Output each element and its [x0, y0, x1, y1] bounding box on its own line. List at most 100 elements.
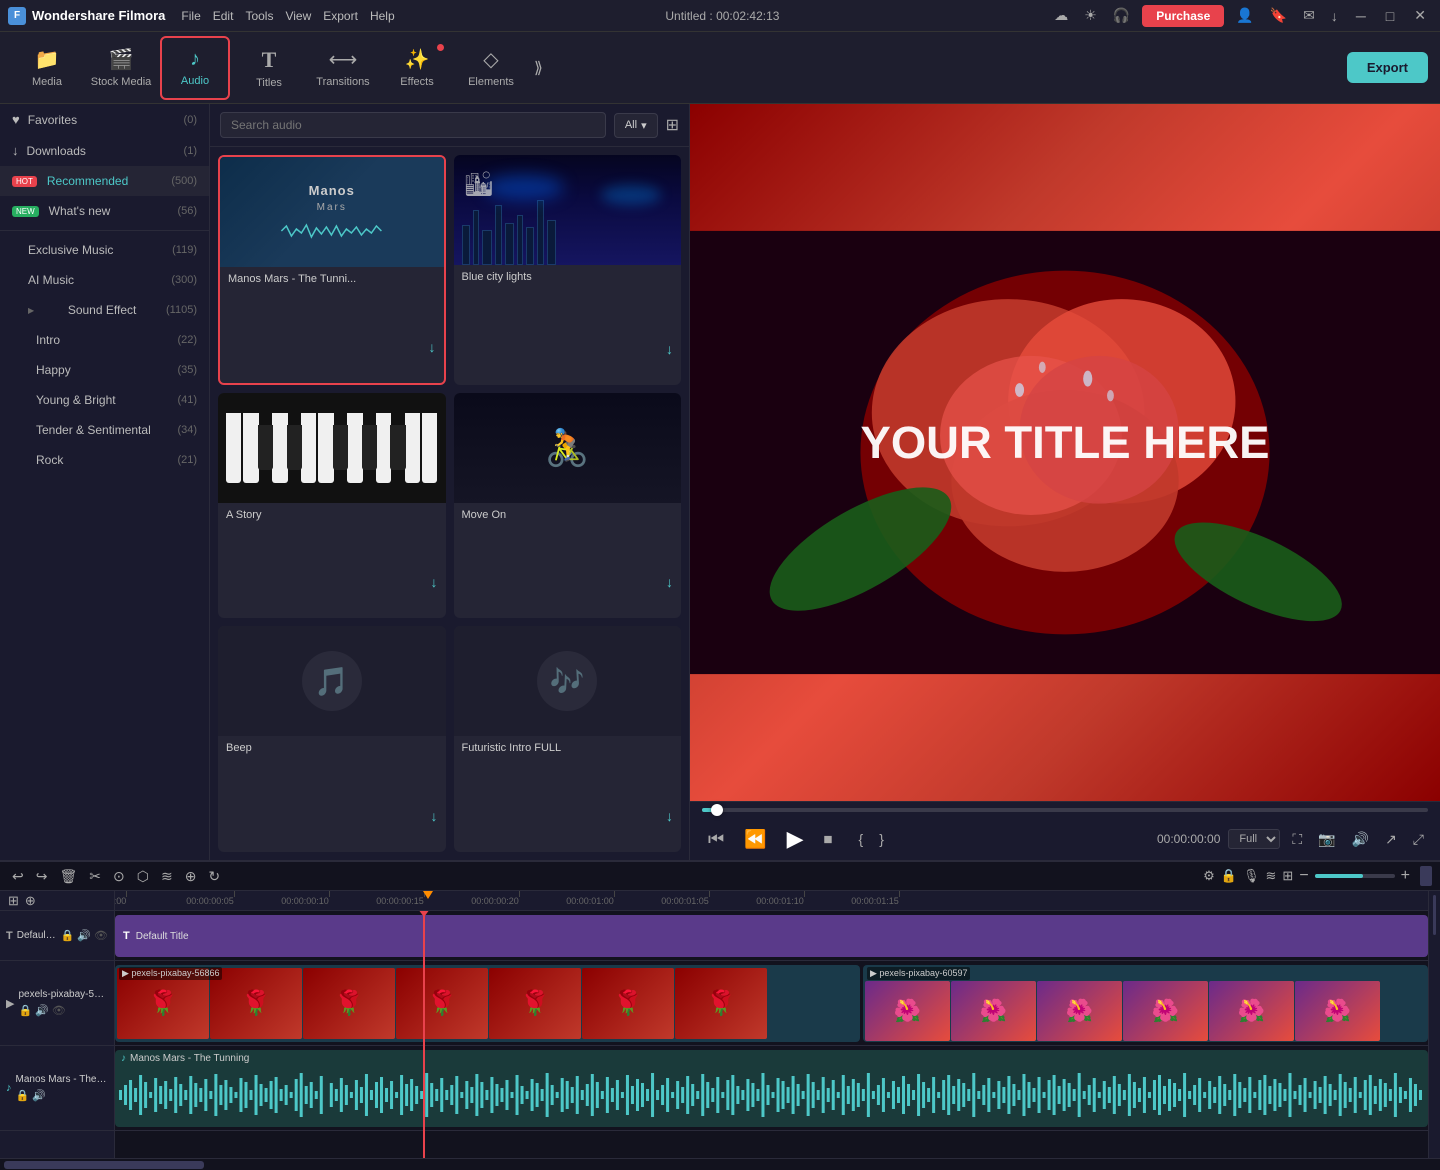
- mic-icon[interactable]: 🎙: [1243, 868, 1260, 884]
- panel-rock[interactable]: Rock (21): [0, 445, 209, 475]
- manos-download-icon[interactable]: ↓: [429, 339, 436, 355]
- undo-button[interactable]: ↩: [8, 866, 28, 887]
- bookmark-icon[interactable]: 🔖: [1266, 5, 1291, 26]
- cloud-icon[interactable]: ☁: [1050, 5, 1072, 26]
- video-clip-2[interactable]: ▶ pexels-pixabay-60597 🌺 🌺 🌺 🌺 🌺 🌺: [863, 965, 1428, 1042]
- bracket-right-icon[interactable]: }: [875, 829, 888, 849]
- blue-city-download-icon[interactable]: ↓: [666, 341, 673, 357]
- maximize-button[interactable]: □: [1380, 8, 1400, 24]
- audio-card-blue-city[interactable]: 🏙 Blue city lights ↓: [454, 155, 682, 385]
- speed-button[interactable]: ⊙: [109, 866, 129, 887]
- step-back-button[interactable]: ⏪: [738, 827, 772, 852]
- video-clip-1[interactable]: ▶ pexels-pixabay-56866 🌹 🌹 🌹 🌹 🌹 🌹 🌹: [115, 965, 860, 1042]
- panel-happy[interactable]: Happy (35): [0, 355, 209, 385]
- stop-button[interactable]: ⏹: [818, 827, 839, 852]
- audio-card-beep[interactable]: 🎵 Beep ↓: [218, 626, 446, 852]
- menu-export[interactable]: Export: [323, 9, 358, 23]
- toolbar-expand-button[interactable]: ⟫: [530, 54, 547, 82]
- audio-card-move-on[interactable]: 🚴 Move On ↓: [454, 393, 682, 619]
- panel-exclusive-music[interactable]: Exclusive Music (119): [0, 235, 209, 265]
- title-lock-icon[interactable]: 🔒: [61, 929, 75, 942]
- tool-titles[interactable]: T Titles: [234, 36, 304, 100]
- title-clip[interactable]: T Default Title: [115, 915, 1428, 957]
- tool-elements[interactable]: ◇ Elements: [456, 36, 526, 100]
- beep-download-icon[interactable]: ↓: [431, 808, 438, 824]
- tool-transitions[interactable]: ⟷ Transitions: [308, 36, 378, 100]
- filter-dropdown[interactable]: All ▾: [614, 113, 658, 138]
- video-eye-icon[interactable]: 👁: [52, 1004, 66, 1017]
- title-volume-icon[interactable]: 🔊: [77, 929, 91, 942]
- zoom-out-icon[interactable]: −: [1299, 867, 1308, 885]
- rotate-button[interactable]: ↻: [204, 866, 224, 887]
- add-track-button[interactable]: ⊞: [8, 893, 19, 909]
- panel-whats-new[interactable]: NEWWhat's new (56): [0, 196, 209, 226]
- expand-preview-icon[interactable]: ⤢: [1409, 829, 1428, 850]
- story-download-icon[interactable]: ↓: [431, 574, 438, 590]
- grid-view-icon[interactable]: ⊞: [666, 115, 679, 135]
- minimize-button[interactable]: ─: [1350, 8, 1372, 24]
- menu-file[interactable]: File: [181, 9, 200, 23]
- skip-back-button[interactable]: ⏮: [702, 827, 730, 852]
- panel-sound-effect[interactable]: Sound Effect (1105): [0, 295, 209, 325]
- brightness-icon[interactable]: ☀: [1080, 5, 1101, 26]
- export-frame-icon[interactable]: ↗: [1381, 829, 1401, 850]
- volume-icon[interactable]: 🔊: [1348, 829, 1373, 850]
- headset-icon[interactable]: 🎧: [1109, 5, 1134, 26]
- quality-select[interactable]: Full 1/2 1/4: [1228, 829, 1280, 849]
- settings-icon[interactable]: ⚙: [1203, 868, 1215, 884]
- audio-clip[interactable]: ♪ Manos Mars - The Tunning /* Waveform b…: [115, 1050, 1428, 1127]
- audio-track-icon[interactable]: ≋: [1266, 868, 1277, 884]
- timeline-right-scroll[interactable]: [1428, 891, 1440, 1158]
- title-eye-icon[interactable]: 👁: [94, 929, 108, 942]
- zoom-in-icon[interactable]: +: [1401, 867, 1410, 885]
- crop-button[interactable]: ⬡: [133, 866, 153, 887]
- zoom-slider[interactable]: [1315, 874, 1395, 878]
- timeline-scroll-thumb[interactable]: [1420, 866, 1432, 886]
- futuristic-download-icon[interactable]: ↓: [666, 808, 673, 824]
- play-button[interactable]: ▶: [781, 824, 810, 854]
- tool-stock-media[interactable]: 🎬 Stock Media: [86, 36, 156, 100]
- tool-effects[interactable]: ✨ Effects: [382, 36, 452, 100]
- menu-view[interactable]: View: [285, 9, 311, 23]
- mail-icon[interactable]: ✉: [1299, 5, 1319, 26]
- bracket-left-icon[interactable]: {: [855, 829, 868, 849]
- tool-media[interactable]: 📁 Media: [12, 36, 82, 100]
- fullscreen-icon[interactable]: ⛶: [1288, 829, 1306, 850]
- audio-card-story[interactable]: A Story ↓: [218, 393, 446, 619]
- account-icon[interactable]: 👤: [1232, 5, 1257, 26]
- screenshot-icon[interactable]: 📷: [1314, 829, 1339, 850]
- export-button[interactable]: Export: [1347, 52, 1428, 83]
- panel-favorites[interactable]: ♥Favorites (0): [0, 104, 209, 135]
- panel-young-bright[interactable]: Young & Bright (41): [0, 385, 209, 415]
- panel-downloads[interactable]: ↓Downloads (1): [0, 135, 209, 166]
- delete-button[interactable]: 🗑: [55, 866, 81, 887]
- tool-audio[interactable]: ♪ Audio: [160, 36, 230, 100]
- lock-icon[interactable]: 🔒: [1221, 868, 1237, 884]
- video-volume-icon[interactable]: 🔊: [35, 1004, 49, 1017]
- audio-mute-icon[interactable]: 🔊: [32, 1089, 46, 1102]
- magnetic-icon[interactable]: ⊕: [25, 893, 36, 909]
- close-button[interactable]: ✕: [1408, 7, 1432, 24]
- audio-card-futuristic[interactable]: 🎶 Futuristic Intro FULL ↓: [454, 626, 682, 852]
- search-input[interactable]: [220, 112, 606, 138]
- menu-edit[interactable]: Edit: [213, 9, 234, 23]
- menu-help[interactable]: Help: [370, 9, 395, 23]
- menu-tools[interactable]: Tools: [245, 9, 273, 23]
- panel-tender-sentimental[interactable]: Tender & Sentimental (34): [0, 415, 209, 445]
- audio-card-manos[interactable]: Manos Mars Manos Mars - The Tunni... ↓: [218, 155, 446, 385]
- redo-button[interactable]: ↪: [32, 866, 52, 887]
- panel-recommended[interactable]: HOTRecommended (500): [0, 166, 209, 196]
- cut-button[interactable]: ✂: [85, 866, 105, 887]
- audio-lock-icon[interactable]: 🔒: [16, 1089, 30, 1102]
- panel-intro[interactable]: Intro (22): [0, 325, 209, 355]
- panel-ai-music[interactable]: AI Music (300): [0, 265, 209, 295]
- video-lock-icon[interactable]: 🔒: [18, 1004, 32, 1017]
- split-button[interactable]: ≋: [157, 866, 177, 887]
- move-on-download-icon[interactable]: ↓: [666, 574, 673, 590]
- add-button[interactable]: ⊕: [181, 866, 201, 887]
- download-icon[interactable]: ↓: [1327, 6, 1342, 26]
- timeline-bottom-scrollbar[interactable]: [0, 1158, 1440, 1170]
- purchase-button[interactable]: Purchase: [1142, 5, 1224, 27]
- progress-bar[interactable]: [702, 808, 1428, 812]
- split-track-icon[interactable]: ⊞: [1282, 868, 1293, 884]
